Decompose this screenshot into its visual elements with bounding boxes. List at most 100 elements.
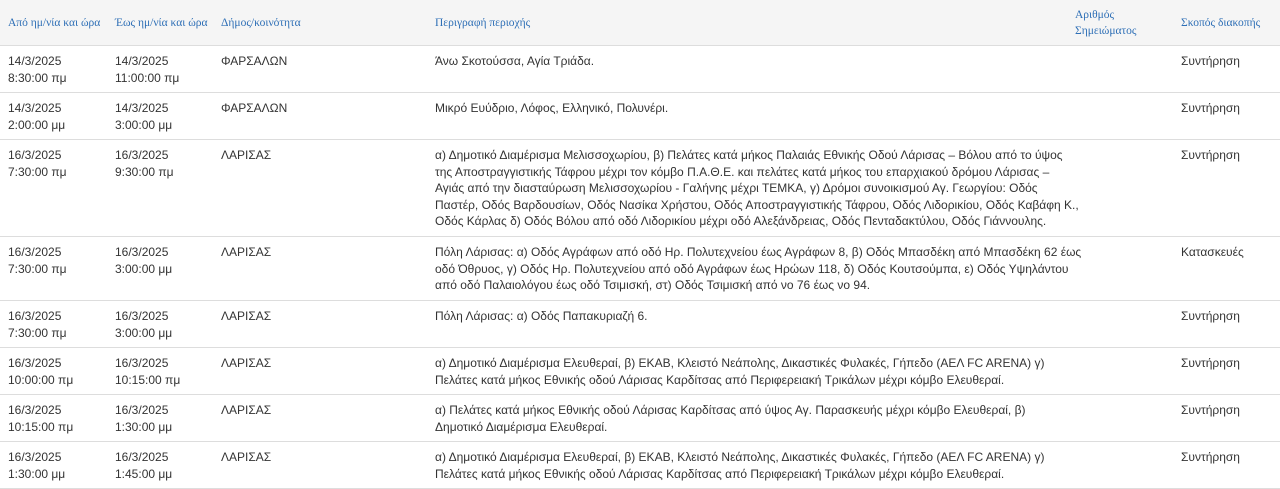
cell-to: 16/3/2025 1:45:00 μμ	[115, 449, 172, 482]
to-time: 1:45:00 μμ	[115, 466, 173, 481]
cell-municipality: ΛΑΡΙΣΑΣ	[221, 355, 271, 372]
outage-table: Από ημ/νία και ώρα Έως ημ/νία και ώρα Δή…	[0, 0, 1280, 489]
table-row: 16/3/2025 7:30:00 πμ 16/3/2025 9:30:00 πμ ΛΑ…	[0, 140, 1280, 237]
cell-purpose: Κατασκευές	[1181, 244, 1244, 261]
header-area-description[interactable]: Περιγραφή περιοχής	[435, 15, 530, 31]
purpose-text: Συντήρηση	[1181, 148, 1240, 162]
cell-to: 16/3/2025 3:00:00 μμ	[115, 308, 172, 341]
cell-municipality: ΛΑΡΙΣΑΣ	[221, 244, 271, 261]
header-from-datetime[interactable]: Από ημ/νία και ώρα	[8, 15, 100, 31]
cell-area-description: α) Δημοτικό Διαμέρισμα Ελευθεραί, β) ΕΚΑ…	[435, 355, 1075, 388]
from-date: 16/3/2025	[8, 148, 62, 162]
cell-municipality: ΛΑΡΙΣΑΣ	[221, 308, 271, 325]
cell-municipality: ΦΑΡΣΑΛΩΝ	[221, 100, 287, 117]
cell-from: 16/3/2025 7:30:00 πμ	[8, 308, 67, 341]
description-line: Οδός Κάρλας δ) Οδός Βόλου από οδό Λιδορι…	[435, 214, 1047, 228]
cell-purpose: Συντήρηση	[1181, 53, 1240, 70]
cell-municipality: ΦΑΡΣΑΛΩΝ	[221, 53, 287, 70]
from-date: 16/3/2025	[8, 403, 62, 417]
municipality-name: ΛΑΡΙΣΑΣ	[221, 356, 272, 370]
from-time: 10:00:00 πμ	[8, 372, 74, 387]
from-date: 16/3/2025	[8, 245, 62, 259]
description-line: Πόλη Λάρισας: α) Οδός Αγράφων από οδό Ηρ…	[435, 245, 1082, 259]
to-time: 9:30:00 πμ	[115, 164, 174, 179]
to-time: 11:00:00 πμ	[115, 70, 180, 85]
from-time: 10:15:00 πμ	[8, 419, 74, 434]
description-line: Μικρό Ευύδριο, Λόφος, Ελληνικό, Πολυνέρι…	[435, 101, 669, 115]
header-municipality[interactable]: Δήμος/κοινότητα	[221, 15, 301, 31]
header-to-datetime[interactable]: Έως ημ/νία και ώρα	[115, 15, 208, 31]
purpose-text: Συντήρηση	[1181, 101, 1240, 115]
description-line: Δημοτικό Διαμέρισμα Ελευθεραί.	[435, 419, 608, 434]
description-line: α) Δημοτικό Διαμέρισμα Ελευθεραί, β) ΕΚΑ…	[435, 356, 1045, 370]
to-date: 16/3/2025	[115, 450, 169, 464]
table-row: 16/3/2025 10:00:00 πμ 16/3/2025 10:15:00 πμ…	[0, 348, 1280, 395]
description-line: Πελάτες κατά μήκος Εθνικής οδού Λάρισας …	[435, 466, 1005, 481]
table-row: 14/3/2025 8:30:00 πμ 14/3/2025 11:00:00 πμ Φ…	[0, 46, 1280, 93]
from-time: 2:00:00 μμ	[8, 117, 66, 132]
municipality-name: ΛΑΡΙΣΑΣ	[221, 403, 272, 417]
from-date: 16/3/2025	[8, 309, 62, 323]
cell-area-description: α) Δημοτικό Διαμέρισμα Μελισσοχωρίου, β)…	[435, 147, 1079, 230]
header-outage-purpose[interactable]: Σκοπός διακοπής	[1181, 15, 1260, 31]
table-body: 14/3/2025 8:30:00 πμ 14/3/2025 11:00:00 πμ Φ…	[0, 46, 1280, 489]
description-line: Παστέρ, Οδός Βαρδουσίων, Οδός Νασίκα Χρή…	[435, 197, 1079, 212]
from-time: 7:30:00 πμ	[8, 164, 67, 179]
cell-purpose: Συντήρηση	[1181, 449, 1240, 466]
to-time: 1:30:00 μμ	[115, 419, 173, 434]
purpose-text: Συντήρηση	[1181, 356, 1240, 370]
cell-area-description: Πόλη Λάρισας: α) Οδός Αγράφων από οδό Ηρ…	[435, 244, 1082, 294]
to-date: 16/3/2025	[115, 403, 169, 417]
cell-municipality: ΛΑΡΙΣΑΣ	[221, 402, 271, 419]
header-note-number[interactable]: Αριθμός Σημειώματος	[1075, 7, 1136, 39]
description-line: από οδό Παλαιολόγου έως οδό Τσιμισκή, στ…	[435, 278, 871, 292]
purpose-text: Συντήρηση	[1181, 309, 1240, 323]
table-row: 16/3/2025 7:30:00 πμ 16/3/2025 3:00:00 μμ ΛΑ…	[0, 237, 1280, 301]
table-row: 14/3/2025 2:00:00 μμ 14/3/2025 3:00:00 μμ ΦΑ…	[0, 93, 1280, 140]
cell-to: 16/3/2025 3:00:00 μμ	[115, 244, 172, 277]
cell-purpose: Συντήρηση	[1181, 355, 1240, 372]
from-time: 7:30:00 πμ	[8, 325, 67, 340]
cell-area-description: Άνω Σκοτούσσα, Αγία Τριάδα.	[435, 53, 1075, 70]
cell-from: 14/3/2025 2:00:00 μμ	[8, 100, 65, 133]
municipality-name: ΦΑΡΣΑΛΩΝ	[221, 101, 288, 115]
description-line: της Αποστραγγιστικής Τάφρου μέχρι τον κό…	[435, 164, 1050, 179]
cell-municipality: ΛΑΡΙΣΑΣ	[221, 449, 271, 466]
cell-from: 16/3/2025 7:30:00 πμ	[8, 147, 67, 180]
cell-to: 16/3/2025 10:15:00 πμ	[115, 355, 180, 388]
cell-area-description: Πόλη Λάρισας: α) Οδός Παπακυριαζή 6.	[435, 308, 1075, 325]
table-row: 16/3/2025 7:30:00 πμ 16/3/2025 3:00:00 μμ ΛΑ…	[0, 301, 1280, 348]
to-date: 16/3/2025	[115, 148, 169, 162]
header-note-number-line1: Αριθμός	[1075, 9, 1115, 21]
description-line: α) Πελάτες κατά μήκος Εθνικής οδού Λάρισ…	[435, 403, 1026, 417]
from-date: 16/3/2025	[8, 356, 62, 370]
to-date: 14/3/2025	[115, 54, 169, 68]
description-line: Πόλη Λάρισας: α) Οδός Παπακυριαζή 6.	[435, 309, 648, 323]
purpose-text: Συντήρηση	[1181, 450, 1240, 464]
header-note-number-line2: Σημειώματος	[1075, 25, 1137, 37]
from-date: 14/3/2025	[8, 101, 62, 115]
cell-from: 16/3/2025 7:30:00 πμ	[8, 244, 67, 277]
from-time: 1:30:00 μμ	[8, 466, 66, 481]
table-row: 16/3/2025 1:30:00 μμ 16/3/2025 1:45:00 μμ ΛΑ…	[0, 442, 1280, 489]
description-line: Αγιάς από την διασταύρωση Μελισσοχωρίου …	[435, 181, 1038, 195]
description-line: Πελάτες κατά μήκος Εθνικής οδού Λάρισας …	[435, 372, 1005, 387]
cell-from: 16/3/2025 10:15:00 πμ	[8, 402, 73, 435]
to-time: 10:15:00 πμ	[115, 372, 181, 387]
from-date: 14/3/2025	[8, 54, 62, 68]
description-line: α) Δημοτικό Διαμέρισμα Ελευθεραί, β) ΕΚΑ…	[435, 450, 1045, 464]
to-time: 3:00:00 μμ	[115, 117, 173, 132]
cell-from: 16/3/2025 10:00:00 πμ	[8, 355, 73, 388]
to-time: 3:00:00 μμ	[115, 261, 173, 276]
to-date: 16/3/2025	[115, 309, 169, 323]
to-date: 16/3/2025	[115, 356, 169, 370]
to-date: 14/3/2025	[115, 101, 169, 115]
cell-area-description: α) Πελάτες κατά μήκος Εθνικής οδού Λάρισ…	[435, 402, 1075, 435]
cell-purpose: Συντήρηση	[1181, 100, 1240, 117]
table-header: Από ημ/νία και ώρα Έως ημ/νία και ώρα Δή…	[0, 0, 1280, 46]
cell-to: 14/3/2025 3:00:00 μμ	[115, 100, 172, 133]
table-row: 16/3/2025 10:15:00 πμ 16/3/2025 1:30:00 μμ Λ…	[0, 395, 1280, 442]
municipality-name: ΦΑΡΣΑΛΩΝ	[221, 54, 288, 68]
cell-purpose: Συντήρηση	[1181, 308, 1240, 325]
municipality-name: ΛΑΡΙΣΑΣ	[221, 450, 272, 464]
